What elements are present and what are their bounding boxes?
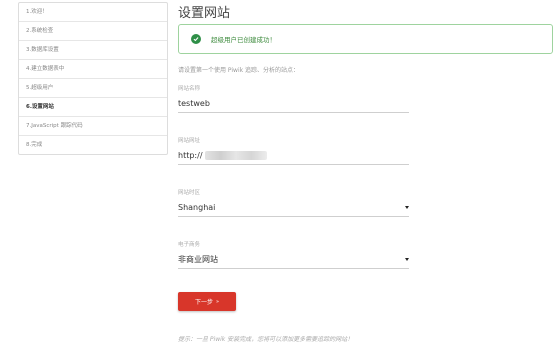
- dropdown-caret-icon: [405, 258, 409, 261]
- dropdown-caret-icon: [405, 206, 409, 209]
- redacted-url: [204, 151, 267, 160]
- step-system-check: 2.系统检查: [19, 22, 167, 41]
- site-name-value: testweb: [178, 99, 210, 108]
- page-title: 设置网站: [178, 6, 231, 21]
- hint-text: 提示：一旦 Piwik 安装完成，您将可以添加更多需要追踪的网站！: [178, 336, 354, 343]
- next-button[interactable]: 下一步 »: [178, 292, 236, 311]
- check-circle-icon: [191, 34, 201, 44]
- site-url-input[interactable]: http://: [178, 148, 409, 165]
- step-finish: 8.完成: [26, 142, 43, 148]
- site-url-value: http://: [178, 151, 203, 160]
- site-name-label: 网站名称: [178, 86, 201, 92]
- alert-message: 超级用户已创建成功！: [211, 36, 276, 44]
- intro-text: 请设置第一个使用 Piwik 追踪、分析的站点：: [178, 67, 300, 74]
- site-name-input[interactable]: testweb: [178, 96, 409, 113]
- site-url-label: 网站网址: [178, 138, 201, 144]
- timezone-select[interactable]: Shanghai: [178, 200, 409, 217]
- step-setup-website: 6.设置网站: [19, 98, 167, 117]
- step-js-tracking-code: 7.JavaScript 跟踪代码: [19, 117, 167, 136]
- next-button-label: 下一步: [194, 299, 213, 306]
- success-alert: 超级用户已创建成功！: [178, 24, 553, 54]
- ecommerce-label: 电子商务: [178, 242, 201, 248]
- step-super-user: 5.超级用户: [19, 79, 167, 98]
- ecommerce-value: 非商业网站: [178, 255, 218, 264]
- step-create-tables: 4.建立数据表中: [19, 60, 167, 79]
- step-welcome: 1.欢迎！: [19, 3, 167, 22]
- double-chevron-right-icon: »: [215, 298, 220, 305]
- timezone-label: 网站时区: [178, 190, 201, 196]
- timezone-value: Shanghai: [178, 203, 216, 212]
- step-database-setup: 3.数据库设置: [19, 41, 167, 60]
- ecommerce-select[interactable]: 非商业网站: [178, 252, 409, 269]
- install-steps-sidebar: 1.欢迎！ 2.系统检查 3.数据库设置 4.建立数据表中 5.超级用户 6.设…: [18, 2, 168, 155]
